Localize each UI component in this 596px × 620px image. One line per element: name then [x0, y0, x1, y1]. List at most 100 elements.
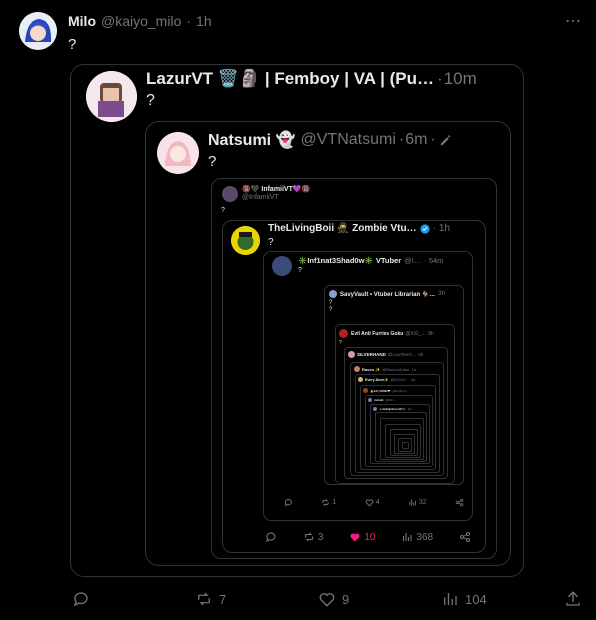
repost-button[interactable]: 1: [321, 498, 336, 507]
quote-card[interactable]: 🔥EX | KING❤ @ExoKing mizuki @Miz… ✳️midn…: [360, 385, 436, 470]
quote-card[interactable]: Raven ✨ @RavenVtuber 1h Every-Dove✨ @EvD…: [350, 362, 444, 476]
like-button[interactable]: 9: [318, 590, 378, 608]
timestamp: 3h: [438, 291, 445, 297]
quote-card[interactable]: LazurVT 🗑️🗿 | Femboy | VA | (Pu… · 10m ?…: [70, 64, 524, 577]
display-name: LazurVT 🗑️🗿 | Femboy | VA | (Pu…: [146, 69, 435, 88]
views-icon: [403, 533, 412, 541]
timestamp: 6m: [405, 131, 428, 148]
timestamp: 1h: [438, 223, 451, 234]
action-bar: 1 4 32: [284, 498, 464, 507]
avatar[interactable]: [19, 12, 57, 50]
tweet-text: ?: [329, 300, 333, 306]
timestamp: 4h: [410, 377, 415, 382]
share-icon: [455, 498, 464, 507]
heart-icon: [365, 499, 373, 507]
quote-card: [375, 412, 427, 462]
quote-card: [394, 434, 415, 454]
views-button[interactable]: 368: [401, 531, 433, 543]
repost-icon: [304, 532, 313, 542]
share-button[interactable]: [459, 531, 471, 543]
handle: @EvDv1f…: [390, 377, 409, 382]
display-name: Raven ✨: [362, 366, 381, 372]
share-icon: [460, 532, 470, 542]
quote-card[interactable]: ✳️midnightmoonVT✳️ @m…: [370, 404, 430, 464]
handle: @RavenVtuber: [382, 366, 410, 372]
display-name: SavyVault • Vtuber Librarian 🐐…: [340, 291, 436, 298]
quote-card: [390, 429, 418, 456]
timestamp: 10m: [443, 69, 477, 88]
quote-card[interactable]: mizuki @Miz… ✳️midnightmoonVT✳️ @m…: [365, 395, 433, 467]
display-name[interactable]: Milo: [68, 13, 96, 29]
share-upload-icon: [566, 591, 580, 606]
edit-pencil-icon: [440, 134, 451, 145]
avatar: [348, 351, 355, 358]
reply-button[interactable]: [284, 498, 293, 507]
reply-icon: [265, 532, 276, 543]
timestamp: 8h: [428, 330, 434, 337]
share-button[interactable]: [455, 498, 464, 507]
like-button[interactable]: 10: [349, 531, 376, 543]
handle: @InfamiiVT: [242, 194, 279, 201]
handle: @ExoKing: [392, 388, 407, 393]
display-name: Every-Dove✨: [365, 377, 389, 382]
repost-button[interactable]: 3: [303, 531, 323, 543]
display-name: mizuki: [374, 398, 384, 402]
display-name: Natsumi 👻: [208, 132, 296, 149]
tweet-text: ?: [68, 36, 77, 53]
handle: @VTNatsumi: [300, 131, 396, 148]
tweet-text: ?: [146, 92, 155, 109]
quote-card[interactable]: 🔞🖤 InfamiiVT💜🔞 @InfamiiVT ? TheLivingBoi…: [211, 178, 497, 559]
quote-card[interactable]: ✳️Inf1nat3Shad0w✳️ VTuber @I… · 54m ? Sa…: [263, 251, 473, 521]
display-name: TheLivingBoii 🥷 Zombie Vtu…: [268, 223, 417, 234]
quote-card[interactable]: Every-Dove✨ @EvDv1f… 4h 🔥EX | KING❤ @Exo…: [355, 374, 440, 473]
display-name: ✳️midnightmoonVT✳️: [379, 407, 406, 411]
avatar: [368, 398, 372, 402]
tweet-text: ?: [268, 237, 274, 248]
views-button[interactable]: 104: [441, 590, 501, 608]
tweet-text: ?: [329, 307, 333, 313]
reply-icon: [284, 499, 292, 507]
heart-filled-icon: [350, 533, 360, 542]
avatar: [231, 226, 260, 255]
verified-badge-icon: [419, 223, 430, 234]
avatar: [157, 132, 199, 174]
avatar: [339, 329, 348, 338]
reply-icon: [73, 592, 88, 607]
tweet-text: ?: [298, 267, 302, 274]
quote-card: [402, 442, 409, 449]
quote-card[interactable]: TheLivingBoii 🥷 Zombie Vtu… · 1h ? ✳️Inf…: [222, 220, 486, 553]
repost-icon: [322, 499, 329, 506]
avatar: [329, 290, 337, 298]
quote-card[interactable]: SavyVault • Vtuber Librarian 🐐… 3h ? ? E…: [324, 285, 464, 485]
reply-button[interactable]: [72, 590, 132, 608]
heart-icon: [319, 593, 335, 607]
more-icon[interactable]: ⋯: [565, 11, 581, 31]
handle: @LowTierG…: [387, 352, 417, 357]
avatar: [272, 256, 292, 276]
reply-button[interactable]: [265, 531, 277, 543]
views-icon: [444, 593, 457, 605]
repost-button[interactable]: 7: [195, 590, 255, 608]
handle[interactable]: @kaiyo_milo: [101, 13, 181, 29]
avatar: [86, 71, 137, 122]
tweet-text: ?: [221, 207, 225, 214]
action-bar: 3 10 368: [265, 531, 471, 543]
quote-card: [385, 424, 421, 458]
avatar: [373, 407, 377, 411]
handle: @XXI_…: [405, 330, 427, 337]
avatar: [358, 377, 363, 382]
timestamp[interactable]: 1h: [196, 13, 212, 29]
display-name: 🔥EX | KING❤: [370, 388, 391, 393]
views-button[interactable]: 32: [408, 498, 427, 507]
quote-card[interactable]: Natsumi 👻 @VTNatsumi · 6m · ? 🔞🖤 Infamii…: [145, 121, 511, 566]
display-name: ✳️Inf1nat3Shad0w✳️ VTuber: [298, 256, 402, 265]
like-button[interactable]: 4: [365, 498, 380, 507]
avatar: [354, 366, 360, 372]
timestamp: 54m: [428, 256, 444, 265]
share-button[interactable]: [564, 590, 584, 608]
handle: @I…: [404, 256, 422, 265]
quote-card[interactable]: Evil Anti Furries Goku @XXI_… 8h ? SILVE…: [335, 324, 455, 484]
timestamp: 1h: [411, 366, 416, 372]
quote-card: [398, 438, 412, 452]
quote-card[interactable]: SILVERHAND @LowTierG… 6h Raven ✨ @RavenV…: [344, 347, 448, 479]
